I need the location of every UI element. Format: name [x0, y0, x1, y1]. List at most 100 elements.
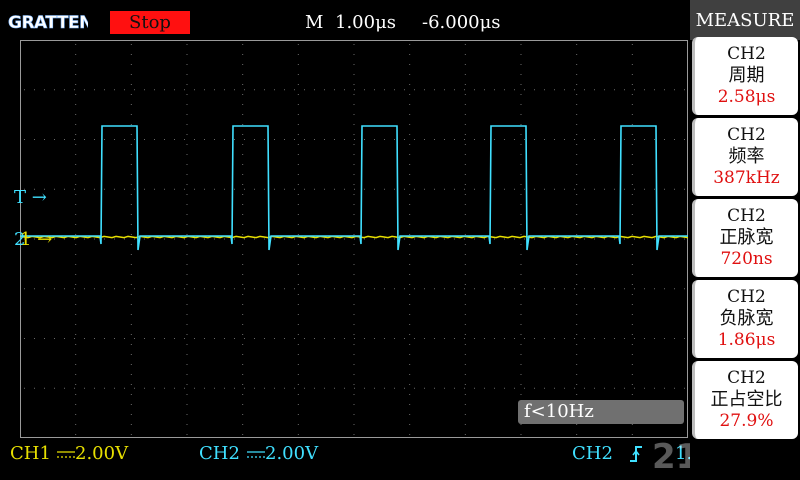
grid-dot [464, 54, 466, 55]
measure-slot-period[interactable]: CH2 周期 2.58μs [692, 37, 798, 115]
grid-dot [464, 244, 466, 245]
grid-dot [284, 188, 285, 190]
grid-dot [484, 188, 485, 190]
grid-dot [24, 338, 25, 339]
grid-dot [75, 324, 77, 325]
grid-dot [54, 188, 55, 190]
grid-dot [194, 338, 195, 339]
grid-dot [34, 338, 35, 339]
grid-dot [654, 338, 655, 339]
grid-dot [75, 434, 77, 435]
grid-dot [634, 188, 635, 190]
ch1-label[interactable]: CH1 [10, 440, 51, 468]
grid-dot [674, 387, 675, 389]
measure-title[interactable]: MEASURE [690, 0, 800, 40]
grid-dot [353, 174, 355, 175]
grid-dot [524, 387, 525, 389]
grid-dot [576, 204, 578, 205]
measure-slot-frequency[interactable]: CH2 频率 387kHz [692, 118, 798, 196]
grid-dot [184, 238, 185, 240]
grid-dot [664, 387, 665, 389]
grid-dot [576, 294, 578, 295]
grid-dot [294, 188, 295, 190]
grid-dot [520, 104, 522, 105]
grid-dot [186, 294, 188, 295]
grid-dot [54, 338, 55, 339]
grid-dot [494, 288, 495, 290]
grid-dot [574, 238, 575, 240]
grid-dot [631, 74, 633, 75]
grid-dot [344, 89, 345, 91]
grid-dot [394, 89, 395, 91]
grid-dot [520, 424, 522, 425]
grid-dot [297, 334, 299, 335]
grid-dot [404, 188, 405, 190]
grid-dot [114, 89, 115, 91]
grid-dot [404, 89, 405, 91]
waveform-display[interactable] [20, 40, 688, 438]
grid-dot [314, 387, 315, 389]
grid-dot [520, 244, 522, 245]
grid-dot [164, 387, 165, 389]
grid-dot [242, 404, 244, 405]
grid-dot [186, 74, 188, 75]
grid-dot [324, 188, 325, 190]
grid-dot [554, 89, 555, 91]
grid-dot [484, 89, 485, 91]
grid-dot [75, 404, 77, 405]
ch2-volts-per-div[interactable]: 2.00V [265, 440, 318, 468]
grid-dot [75, 244, 77, 245]
grid-dot [353, 434, 355, 435]
grid-dot [520, 54, 522, 55]
grid-dot [353, 424, 355, 425]
grid-dot [294, 139, 295, 140]
grid-dot [631, 284, 633, 285]
grid-dot [624, 188, 625, 190]
grid-dot [424, 387, 425, 389]
grid-dot [464, 264, 466, 265]
grid-dot [104, 288, 105, 290]
grid-dot [174, 139, 175, 140]
grid-dot [34, 387, 35, 389]
grid-dot [464, 414, 466, 415]
trigger-level-marker[interactable]: T → [14, 188, 47, 208]
grid-dot [409, 104, 411, 105]
trigger-offset-value[interactable]: -6.000μs [422, 11, 501, 34]
grid-dot [454, 139, 455, 140]
ch1-ground-marker[interactable]: 1 → [20, 230, 52, 250]
grid-dot [297, 64, 299, 65]
measure-slot-positive-width[interactable]: CH2 正脉宽 720ns [692, 199, 798, 277]
grid-dot [242, 114, 244, 115]
grid-dot [524, 188, 525, 190]
grid-dot [204, 387, 205, 389]
grid-dot [344, 139, 345, 140]
grid-dot [674, 188, 675, 190]
grid-dot [424, 188, 425, 190]
ch2-label[interactable]: CH2 [199, 440, 240, 468]
grid-dot [394, 338, 395, 339]
grid-dot [130, 254, 132, 255]
grid-dot [644, 338, 645, 339]
grid-dot [75, 284, 77, 285]
grid-dot [684, 188, 685, 190]
grid-dot [75, 44, 77, 45]
measure-slot-positive-duty[interactable]: CH2 正占空比 27.9% [692, 361, 798, 439]
run-stop-status[interactable]: Stop [110, 11, 190, 34]
grid-dot [534, 89, 535, 91]
grid-dot [631, 124, 633, 125]
grid-dot [354, 238, 355, 240]
trigger-source[interactable]: CH2 [572, 440, 613, 468]
measure-value: 387kHz [713, 168, 780, 188]
grid-dot [594, 288, 595, 290]
measure-slot-negative-width[interactable]: CH2 负脉宽 1.86μs [692, 280, 798, 358]
ch1-volts-per-div[interactable]: 2.00V [75, 440, 128, 468]
grid-dot [634, 89, 635, 91]
grid-dot [44, 387, 45, 389]
grid-dot [631, 334, 633, 335]
timebase-value[interactable]: 1.00μs [335, 11, 396, 34]
grid-dot [520, 204, 522, 205]
grid-dot [354, 139, 355, 140]
grid-dot [242, 284, 244, 285]
grid-dot [576, 434, 578, 435]
grid-dot [364, 338, 365, 339]
